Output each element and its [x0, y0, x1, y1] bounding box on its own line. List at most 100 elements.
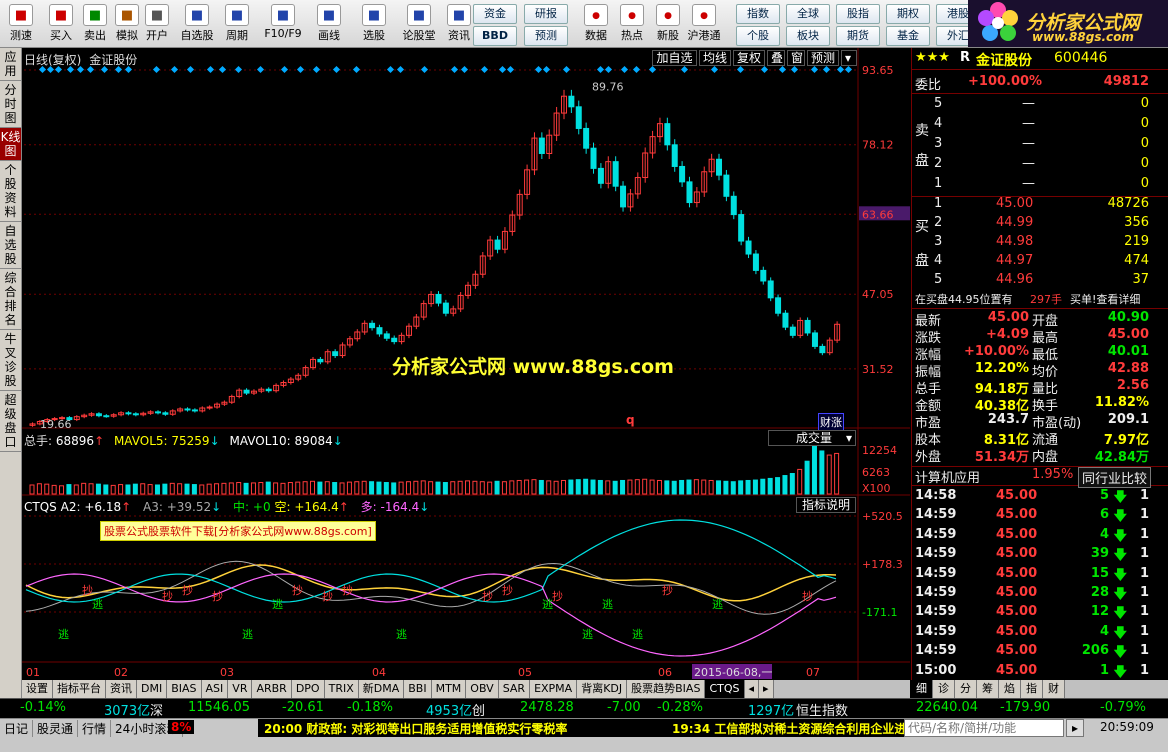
- left-tab-0[interactable]: 应用: [0, 48, 21, 81]
- indicator-tab-10[interactable]: 新DMA: [358, 680, 405, 698]
- toolbar-btn-buy[interactable]: ■ 买入: [44, 2, 78, 46]
- indicator-tab-4[interactable]: BIAS: [167, 680, 202, 698]
- market-btn-1[interactable]: 全球: [786, 4, 830, 24]
- toolbar-btn-pen[interactable]: ■ 画线: [312, 2, 346, 46]
- toolbar-btn-f10[interactable]: ■ F10/F9: [262, 2, 304, 46]
- right-tab-0[interactable]: 细: [911, 680, 933, 698]
- market-btn-3[interactable]: 期权: [886, 4, 930, 24]
- left-tab-5[interactable]: 综合排名: [0, 269, 21, 330]
- research-button[interactable]: 研报: [524, 4, 568, 24]
- volume-dropdown[interactable]: 成交量 ▾: [768, 430, 856, 446]
- market-btn-0[interactable]: 指数: [736, 4, 780, 24]
- left-tab-2[interactable]: K线图: [0, 128, 21, 161]
- indicator-tab-14[interactable]: SAR: [498, 680, 531, 698]
- indicator-tab-5[interactable]: ASI: [201, 680, 229, 698]
- cy-name[interactable]: 创: [472, 700, 485, 718]
- sector-name[interactable]: 计算机应用: [915, 467, 980, 486]
- left-tab-6[interactable]: 牛叉诊股: [0, 330, 21, 391]
- toolbar-btn-ipo[interactable]: ● 新股: [650, 2, 686, 46]
- indicator-tab-11[interactable]: BBI: [404, 680, 432, 698]
- indicator-tab-1[interactable]: 指标平台: [53, 680, 106, 698]
- funds-button[interactable]: 资金: [473, 4, 517, 24]
- scroll-left-icon[interactable]: ◂: [744, 680, 760, 698]
- chart-header-btn-0[interactable]: 加自选: [652, 50, 697, 66]
- indicator-tab-7[interactable]: ARBR: [252, 680, 292, 698]
- scroll-right-icon[interactable]: ▸: [759, 680, 774, 698]
- toolbar-btn-cycle[interactable]: ■ 周期: [220, 2, 254, 46]
- forecast-button[interactable]: 预测: [524, 26, 568, 46]
- right-tab-2[interactable]: 分: [955, 680, 977, 698]
- sell-row[interactable]: 2 — 0: [912, 156, 1168, 176]
- left-tab-1[interactable]: 分时图: [0, 81, 21, 128]
- chart-header-btn-2[interactable]: 复权: [733, 50, 765, 66]
- toolbar-btn-chat[interactable]: ■ 论股堂: [402, 2, 436, 46]
- news-ticker[interactable]: 20:00 财政部: 对彩视等出口服务适用增值税实行零税率 19:34 工信部拟…: [258, 719, 908, 737]
- indicator-tab-16[interactable]: 背离KDJ: [577, 680, 628, 698]
- chevron-down-icon[interactable]: ▾: [841, 50, 857, 66]
- indicator-tab-9[interactable]: TRIX: [324, 680, 359, 698]
- right-tab-1[interactable]: 诊: [933, 680, 955, 698]
- news-item-1[interactable]: 20:00 财政部: 对彩视等出口服务适用增值税实行零税率: [264, 720, 567, 737]
- indicator-tab-8[interactable]: DPO: [291, 680, 325, 698]
- right-tab-5[interactable]: 指: [1021, 680, 1043, 698]
- indicator-tab-0[interactable]: 设置: [22, 680, 53, 698]
- chart-header-btn-4[interactable]: 窗: [787, 50, 805, 66]
- left-tab-3[interactable]: 个股资料: [0, 161, 21, 222]
- buy-row[interactable]: 1 45.00 48726: [912, 196, 1168, 216]
- chart-header-btn-3[interactable]: 叠: [767, 50, 785, 66]
- buy-row[interactable]: 3 44.98 219: [912, 234, 1168, 254]
- buy-row[interactable]: 4 44.97 474: [912, 253, 1168, 273]
- indicator-explain-button[interactable]: 指标说明: [796, 497, 856, 513]
- toolbar-btn-news[interactable]: ■ 资讯: [442, 2, 476, 46]
- market-btn-6[interactable]: 板块: [786, 26, 830, 46]
- bbd-button[interactable]: BBD: [473, 26, 517, 46]
- indicator-tab-2[interactable]: 资讯: [106, 680, 137, 698]
- left-tab-7[interactable]: 超级盘口: [0, 391, 21, 452]
- period-label[interactable]: 日线(复权): [24, 53, 81, 67]
- market-btn-2[interactable]: 股指: [836, 4, 880, 24]
- status-tab-0[interactable]: 日记: [0, 720, 34, 737]
- market-btn-5[interactable]: 个股: [736, 26, 780, 46]
- chart-header-btn-5[interactable]: 预测: [807, 50, 839, 66]
- sz-name[interactable]: 深: [150, 700, 163, 718]
- indicator-tab-6[interactable]: VR: [228, 680, 253, 698]
- market-btn-7[interactable]: 期货: [836, 26, 880, 46]
- hs-name[interactable]: 恒生指数: [796, 700, 848, 718]
- toolbar-btn-hkex[interactable]: ● 沪港通: [686, 2, 722, 46]
- toolbar-btn-fire[interactable]: ● 热点: [614, 2, 650, 46]
- right-tab-4[interactable]: 焰: [999, 680, 1021, 698]
- right-tab-3[interactable]: 筹: [977, 680, 999, 698]
- buy-detail-link[interactable]: 买单!查看详细: [1070, 291, 1140, 307]
- toolbar-btn-clock[interactable]: ■ 测速: [4, 2, 38, 46]
- status-tab-2[interactable]: 行情: [78, 720, 112, 737]
- stock-search-input[interactable]: [904, 719, 1064, 737]
- status-tab-1[interactable]: 股灵通: [33, 720, 79, 737]
- right-tab-6[interactable]: 财: [1043, 680, 1065, 698]
- search-arrow-icon[interactable]: ▸: [1066, 719, 1084, 737]
- sell-row[interactable]: 3 — 0: [912, 136, 1168, 156]
- toolbar-btn-select[interactable]: ■ 选股: [357, 2, 391, 46]
- indicator-tab-17[interactable]: 股票趋势BIAS: [627, 680, 706, 698]
- finance-badge[interactable]: 财涨: [818, 413, 844, 431]
- chart-header-btn-1[interactable]: 均线: [699, 50, 731, 66]
- news-item-2[interactable]: 19:34 工信部拟对稀土资源综合利用企业进: [672, 720, 906, 737]
- buy-row[interactable]: 2 44.99 356: [912, 215, 1168, 235]
- sell-row[interactable]: 5 — 0: [912, 96, 1168, 116]
- sell-row[interactable]: 1 — 0: [912, 176, 1168, 196]
- left-tab-4[interactable]: 自选股: [0, 222, 21, 269]
- market-btn-8[interactable]: 基金: [886, 26, 930, 46]
- promo-banner[interactable]: 股票公式股票软件下载[分析家公式网www.88gs.com]: [100, 521, 376, 541]
- toolbar-btn-grid[interactable]: ■ 自选股: [180, 2, 214, 46]
- indicator-tab-12[interactable]: MTM: [431, 680, 467, 698]
- indicator-tab-18[interactable]: CTQS: [705, 680, 745, 698]
- sell-row[interactable]: 4 — 0: [912, 116, 1168, 136]
- industry-compare-button[interactable]: 同行业比较: [1078, 467, 1152, 488]
- indicator-tab-3[interactable]: DMI: [137, 680, 168, 698]
- toolbar-btn-pe[interactable]: ● 数据: [578, 2, 614, 46]
- indicator-tab-13[interactable]: OBV: [466, 680, 499, 698]
- buy-row[interactable]: 5 44.96 37: [912, 272, 1168, 292]
- toolbar-btn-hammer[interactable]: ■ 模拟: [110, 2, 144, 46]
- toolbar-btn-sell[interactable]: ■ 卖出: [78, 2, 112, 46]
- indicator-tab-15[interactable]: EXPMA: [530, 680, 578, 698]
- toolbar-btn-lock[interactable]: ■ 开户: [140, 2, 174, 46]
